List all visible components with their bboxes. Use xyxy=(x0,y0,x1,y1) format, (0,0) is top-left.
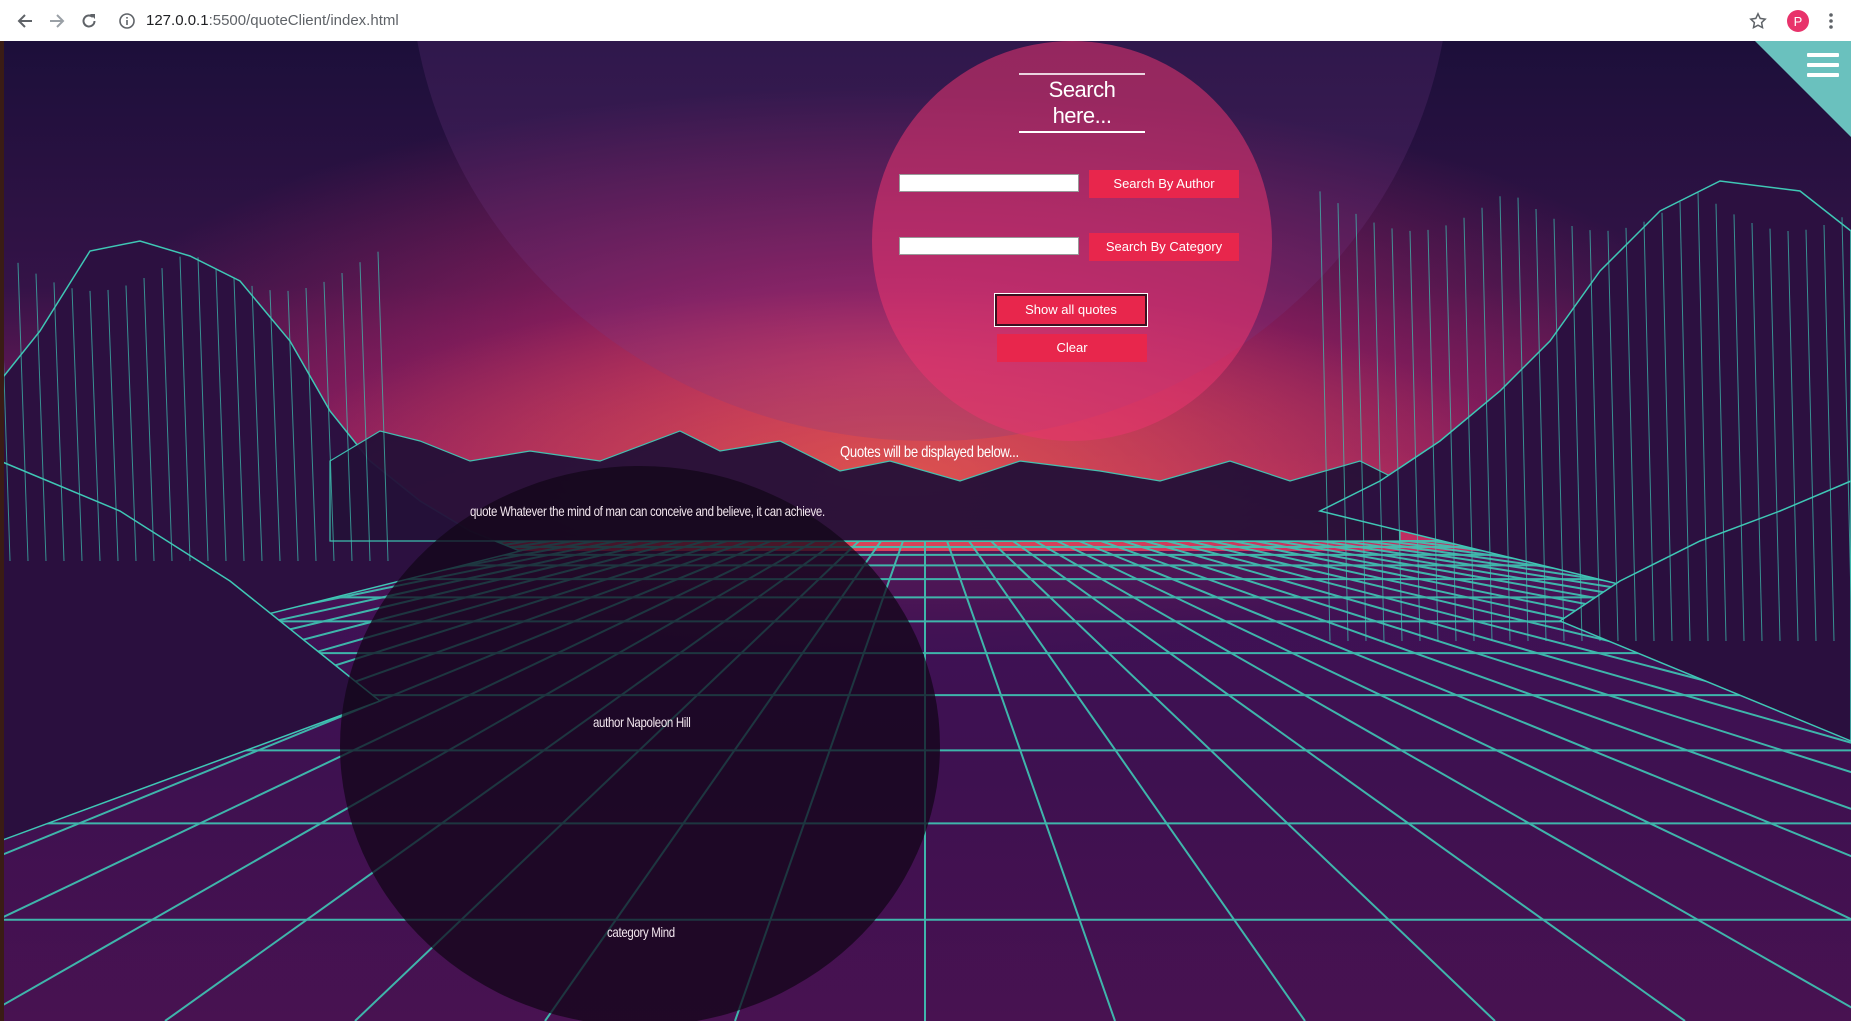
address-bar[interactable]: 127.0.0.1:5500/quoteClient/index.html xyxy=(146,12,399,29)
browser-toolbar: 127.0.0.1:5500/quoteClient/index.html P xyxy=(0,0,1851,42)
author-search-input[interactable] xyxy=(899,174,1079,192)
info-icon[interactable] xyxy=(118,12,136,30)
hamburger-menu-icon[interactable] xyxy=(1807,53,1839,81)
url-host: 127.0.0.1 xyxy=(146,12,209,29)
reload-icon[interactable] xyxy=(76,8,102,34)
back-arrow-icon[interactable] xyxy=(12,8,38,34)
page-background: Search here... Search By Author Search B… xyxy=(0,41,1851,1021)
avatar[interactable]: P xyxy=(1787,10,1809,32)
forward-arrow-icon[interactable] xyxy=(44,8,70,34)
quote-text: quote Whatever the mind of man can conce… xyxy=(470,503,825,519)
search-by-category-button[interactable]: Search By Category xyxy=(1089,233,1239,261)
category-search-input[interactable] xyxy=(899,237,1079,255)
quote-author: author Napoleon Hill xyxy=(593,714,691,730)
menu-dots-icon[interactable] xyxy=(1818,8,1844,34)
star-icon[interactable] xyxy=(1745,8,1771,34)
search-title: Search here... xyxy=(1019,73,1145,133)
url-path: :5500/quoteClient/index.html xyxy=(208,12,399,29)
results-heading: Quotes will be displayed below... xyxy=(840,444,1019,461)
quote-category: category Mind xyxy=(607,924,675,940)
search-by-author-button[interactable]: Search By Author xyxy=(1089,170,1239,198)
window-edge xyxy=(0,41,4,1021)
show-all-quotes-button[interactable]: Show all quotes xyxy=(997,296,1145,324)
clear-button[interactable]: Clear xyxy=(997,334,1147,362)
